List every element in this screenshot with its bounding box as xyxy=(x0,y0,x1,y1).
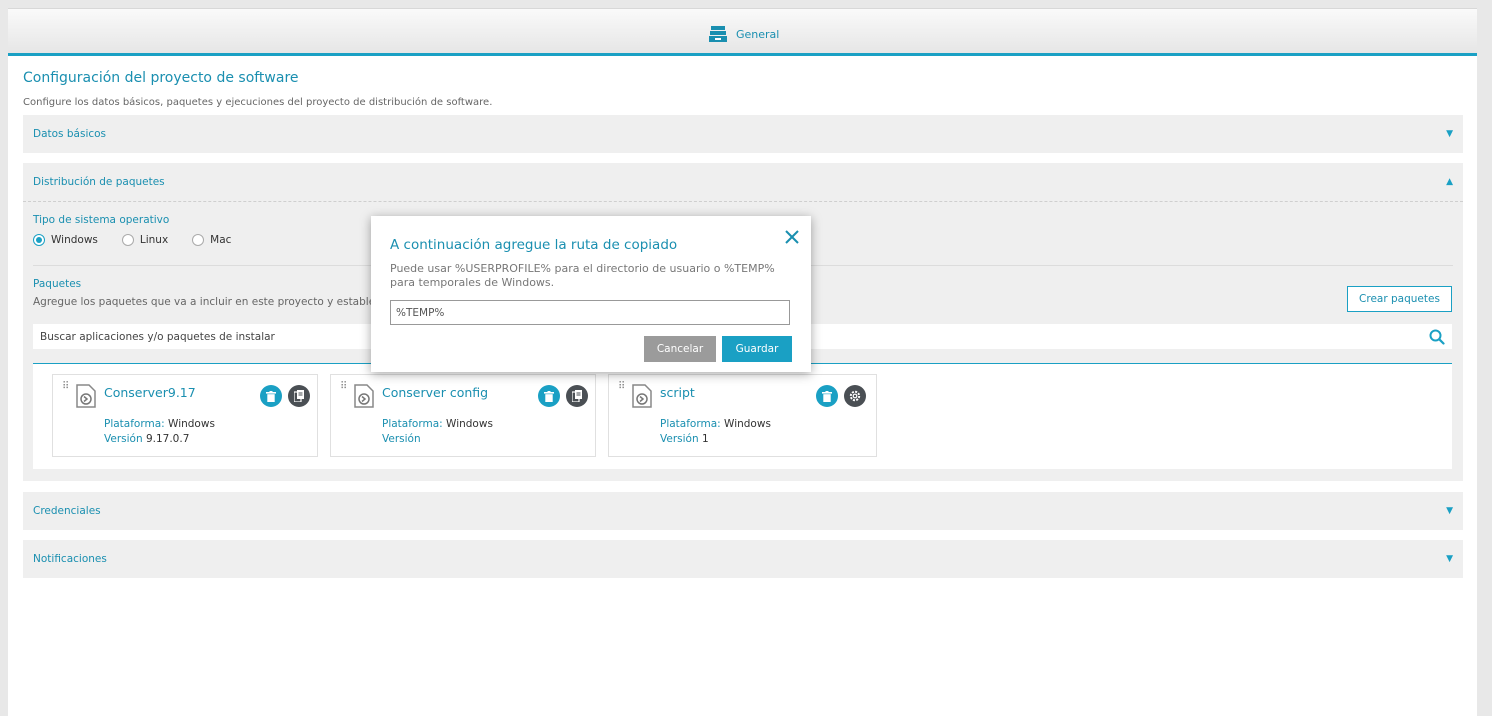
platform-key: Plataforma: xyxy=(382,418,443,430)
package-file-icon xyxy=(354,384,374,408)
packages-list: ⠿ Conserver9.17 Plataforma: Windows Vers… xyxy=(33,363,1452,469)
packages-label: Paquetes xyxy=(33,278,82,290)
copy-icon[interactable] xyxy=(288,385,310,407)
chevron-up-icon: ▲ xyxy=(1446,177,1453,187)
package-version: Versión 9.17.0.7 xyxy=(104,433,189,445)
accordion-title: Datos básicos xyxy=(33,128,107,140)
version-key: Versión xyxy=(104,433,143,445)
package-name[interactable]: Conserver9.17 xyxy=(104,385,196,400)
platform-value: Windows xyxy=(724,418,771,430)
dialog-description: Puede usar %USERPROFILE% para el directo… xyxy=(390,262,775,289)
package-name[interactable]: script xyxy=(660,385,695,400)
package-platform: Plataforma: Windows xyxy=(660,418,771,430)
chevron-down-icon: ▼ xyxy=(1446,129,1453,139)
page-description: Configure los datos básicos, paquetes y … xyxy=(23,97,493,108)
tab-general[interactable]: General xyxy=(708,23,779,45)
radio-label: Mac xyxy=(210,234,232,246)
copy-icon[interactable] xyxy=(566,385,588,407)
radio-linux[interactable]: Linux xyxy=(121,234,169,246)
packages-description: Agregue los paquetes que va a incluir en… xyxy=(33,296,387,308)
drag-handle-icon[interactable]: ⠿ xyxy=(62,382,69,392)
create-packages-button[interactable]: Crear paquetes xyxy=(1347,286,1452,312)
accordion-title: Credenciales xyxy=(33,505,101,517)
accordion-credenciales: Credenciales ▼ xyxy=(23,492,1463,530)
platform-value: Windows xyxy=(446,418,493,430)
package-file-icon xyxy=(632,384,652,408)
drag-handle-icon[interactable]: ⠿ xyxy=(340,382,347,392)
package-version: Versión xyxy=(382,433,421,445)
package-card: ⠿ Conserver config Plataforma: Windows V… xyxy=(330,374,596,457)
dialog-buttons: Cancelar Guardar xyxy=(644,336,792,362)
package-name[interactable]: Conserver config xyxy=(382,385,488,400)
platform-key: Plataforma: xyxy=(660,418,721,430)
platform-value: Windows xyxy=(168,418,215,430)
copy-path-input[interactable] xyxy=(390,300,790,325)
settings-icon[interactable] xyxy=(844,385,866,407)
os-label: Tipo de sistema operativo xyxy=(33,214,170,226)
accordion-datos-basicos: Datos básicos ▼ xyxy=(23,115,1463,153)
tab-label: General xyxy=(736,27,780,41)
chevron-down-icon: ▼ xyxy=(1446,506,1453,516)
accordion-header-datos-basicos[interactable]: Datos básicos ▼ xyxy=(23,115,1463,153)
accordion-header-notificaciones[interactable]: Notificaciones ▼ xyxy=(23,540,1463,578)
package-version: Versión 1 xyxy=(660,433,709,445)
accordion-notificaciones: Notificaciones ▼ xyxy=(23,540,1463,578)
radio-label: Windows xyxy=(51,234,98,246)
package-actions xyxy=(538,385,588,407)
package-actions xyxy=(260,385,310,407)
cancel-button[interactable]: Cancelar xyxy=(644,336,716,362)
radio-mac[interactable]: Mac xyxy=(192,234,231,246)
package-card: ⠿ script Plataforma: Windows Versión 1 xyxy=(608,374,877,457)
radio-dot[interactable] xyxy=(121,234,134,246)
radio-dot[interactable] xyxy=(192,234,205,246)
version-value: 9.17.0.7 xyxy=(145,433,190,445)
copy-path-dialog: A continuación agregue la ruta de copiad… xyxy=(371,216,811,372)
accordion-title: Notificaciones xyxy=(33,553,107,565)
close-icon[interactable] xyxy=(783,228,801,246)
package-card: ⠿ Conserver9.17 Plataforma: Windows Vers… xyxy=(52,374,318,457)
trash-icon[interactable] xyxy=(538,385,560,407)
chevron-down-icon: ▼ xyxy=(1446,554,1453,564)
package-platform: Plataforma: Windows xyxy=(382,418,493,430)
tab-bar: General xyxy=(8,8,1477,56)
save-button[interactable]: Guardar xyxy=(722,336,792,362)
os-radio-group: Windows Linux Mac xyxy=(33,234,231,246)
radio-windows[interactable]: Windows xyxy=(33,234,98,246)
trash-icon[interactable] xyxy=(816,385,838,407)
drag-handle-icon[interactable]: ⠿ xyxy=(618,382,625,392)
package-file-icon xyxy=(76,384,96,408)
page-title: Configuración del proyecto de software xyxy=(23,70,299,86)
package-platform: Plataforma: Windows xyxy=(104,418,215,430)
radio-dot[interactable] xyxy=(33,234,45,246)
version-key: Versión xyxy=(382,433,421,445)
platform-key: Plataforma: xyxy=(104,418,165,430)
trash-icon[interactable] xyxy=(260,385,282,407)
accordion-header-distribucion[interactable]: Distribución de paquetes ▲ xyxy=(23,163,1463,201)
dialog-title: A continuación agregue la ruta de copiad… xyxy=(390,237,678,253)
search-icon[interactable] xyxy=(1426,326,1448,348)
accordion-title: Distribución de paquetes xyxy=(33,176,165,188)
radio-label: Linux xyxy=(139,234,169,246)
accordion-header-credenciales[interactable]: Credenciales ▼ xyxy=(23,492,1463,530)
version-key: Versión xyxy=(660,433,699,445)
package-actions xyxy=(816,385,866,407)
version-value: 1 xyxy=(701,433,709,445)
archive-drawer-icon xyxy=(709,26,727,42)
